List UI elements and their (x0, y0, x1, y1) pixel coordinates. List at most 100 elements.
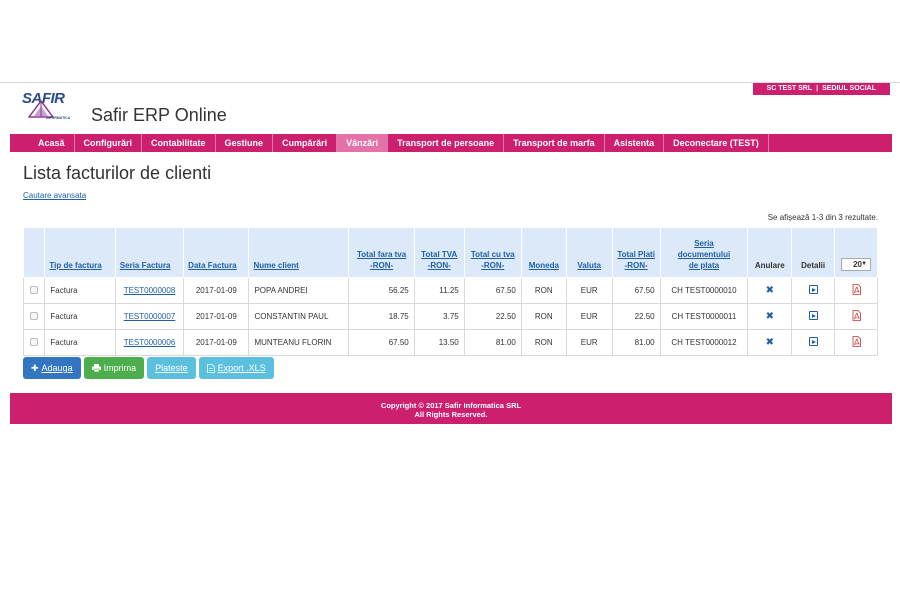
header-total-tva-label: Total TVA (421, 250, 458, 259)
footer-copyright: Copyright © 2017 Safir Informatica SRL (380, 401, 522, 410)
nav-item-configurari[interactable]: Configurări (75, 134, 143, 152)
company-separator: | (816, 85, 819, 92)
invoice-link[interactable]: TEST0000007 (124, 312, 176, 321)
nav-item-contabilitate[interactable]: Contabilitate (142, 134, 216, 152)
office-name[interactable]: SEDIUL SOCIAL (822, 83, 876, 95)
cell-client: POPA ANDREI (248, 277, 350, 304)
advanced-search-link[interactable]: Cautare avansata (23, 191, 86, 200)
add-button[interactable]: ✚ Adauga (23, 357, 81, 379)
details-icon[interactable] (808, 285, 818, 294)
cancel-icon[interactable]: ✖ (766, 311, 774, 322)
page-size-select[interactable]: 20 ▼ (841, 258, 872, 271)
header-seria-doc-line2: documentului (677, 250, 731, 259)
footer-rights: All Rights Reserved. (414, 410, 488, 419)
header-total-plati-unit: -RON- (624, 261, 648, 270)
details-icon[interactable] (808, 337, 818, 346)
cell-pdf (834, 329, 878, 356)
cell-total-plati: 67.50 (611, 277, 661, 304)
header-detalii: Detalii (791, 227, 836, 278)
nav-item-gestiune[interactable]: Gestiune (216, 134, 274, 152)
row-select-cell (22, 329, 46, 356)
cell-total-cu-tva: 81.00 (463, 329, 522, 356)
company-name[interactable]: SC TEST SRL (767, 83, 813, 95)
header-seria-doc-plata[interactable]: Seria documentului de plata (659, 227, 749, 278)
safir-logo[interactable]: SAFIR INFORMATICA (22, 90, 84, 122)
nav-item-acasa[interactable]: Acasă (10, 134, 75, 152)
cell-pdf (834, 277, 878, 304)
cancel-icon[interactable]: ✖ (766, 285, 774, 296)
header-total-fara-tva[interactable]: Total fara tva -RON- (348, 227, 415, 278)
header-total-cu-tva-label: Total cu tva (470, 250, 515, 259)
header-data-factura[interactable]: Data Factura (183, 227, 250, 278)
export-xls-label: Export .XLS (217, 363, 266, 373)
cell-valuta: EUR (565, 329, 613, 356)
pay-button-label: Plateste (155, 363, 188, 373)
table-row: Factura TEST0000008 2017-01-09 POPA ANDR… (22, 277, 878, 304)
pay-button[interactable]: Plateste (147, 357, 196, 379)
header-total-plati-label: Total Plati (617, 250, 655, 259)
pdf-icon[interactable] (852, 336, 861, 347)
header-total-fara-tva-label: Total fara tva (357, 250, 407, 259)
nav-item-asistenta[interactable]: Asistenta (605, 134, 665, 152)
invoices-table: Tip de factura Seria Factura Data Factur… (22, 227, 878, 356)
nav-item-cumparari[interactable]: Cumpărări (273, 134, 338, 152)
add-button-label: Adauga (41, 363, 73, 373)
cell-doc-plata: CH TEST0000012 (659, 329, 749, 356)
cell-detalii (791, 277, 836, 304)
cell-data: 2017-01-09 (183, 329, 250, 356)
header-total-cu-tva[interactable]: Total cu tva -RON- (463, 227, 522, 278)
cell-total-plati: 81.00 (611, 329, 661, 356)
header-nume-client[interactable]: Nume client (248, 227, 350, 278)
cell-client: CONSTANTIN PAUL (248, 303, 350, 330)
row-checkbox[interactable] (30, 337, 39, 346)
results-summary: Se afișează 1-3 din 3 rezultate. (767, 213, 878, 222)
export-xls-button[interactable]: Export .XLS (198, 357, 274, 379)
cell-total-tva: 3.75 (413, 303, 465, 330)
print-button-label: Imprima (103, 363, 137, 373)
row-select-cell (22, 277, 46, 304)
action-buttons: ✚ Adauga Imprima Plateste Export .XLS (23, 357, 274, 379)
details-icon[interactable] (808, 311, 818, 320)
cell-total-plati: 22.50 (611, 303, 661, 330)
cell-total-tva: 11.25 (413, 277, 465, 304)
print-button[interactable]: Imprima (83, 357, 145, 379)
main-nav: Acasă Configurări Contabilitate Gestiune… (10, 134, 892, 152)
header-seria-doc-line1: Seria (694, 239, 714, 248)
header-tip-factura[interactable]: Tip de factura (44, 227, 116, 278)
cell-moneda: RON (520, 329, 567, 356)
cell-moneda: RON (520, 303, 567, 330)
row-checkbox[interactable] (30, 285, 39, 294)
cell-pdf (834, 303, 878, 330)
header-seria-doc-line3: de plata (688, 261, 720, 270)
nav-item-vanzari[interactable]: Vânzări (337, 134, 389, 152)
cancel-icon[interactable]: ✖ (766, 337, 774, 348)
cell-seria: TEST0000006 (114, 329, 185, 356)
invoice-link[interactable]: TEST0000008 (124, 286, 176, 295)
file-icon (206, 363, 215, 373)
header-total-tva[interactable]: Total TVA -RON- (413, 227, 465, 278)
cell-total-fara-tva: 67.50 (348, 329, 415, 356)
invoice-link[interactable]: TEST0000006 (124, 338, 176, 347)
cell-moneda: RON (520, 277, 567, 304)
header-page-size: 20 ▼ (834, 227, 878, 278)
nav-item-transport-persoane[interactable]: Transport de persoane (388, 134, 505, 152)
cell-client: MUNTEANU FLORIN (248, 329, 350, 356)
table-row: Factura TEST0000006 2017-01-09 MUNTEANU … (22, 329, 878, 356)
page-title: Lista facturilor de clienti (23, 163, 212, 183)
header-total-plati[interactable]: Total Plati -RON- (611, 227, 661, 278)
header-moneda[interactable]: Moneda (520, 227, 567, 278)
row-select-cell (22, 303, 46, 330)
app-title: Safir ERP Online (91, 105, 227, 125)
pdf-icon[interactable] (852, 310, 861, 321)
pdf-icon[interactable] (852, 284, 861, 295)
cell-total-tva: 13.50 (413, 329, 465, 356)
logo-subtitle: INFORMATICA (46, 116, 71, 120)
nav-item-deconectare[interactable]: Deconectare (TEST) (664, 134, 769, 152)
cell-seria: TEST0000007 (114, 303, 185, 330)
header-seria-factura[interactable]: Seria Factura (114, 227, 185, 278)
header-valuta[interactable]: Valuta (565, 227, 613, 278)
cell-detalii (791, 329, 836, 356)
row-checkbox[interactable] (30, 311, 39, 320)
cell-data: 2017-01-09 (183, 303, 250, 330)
nav-item-transport-marfa[interactable]: Transport de marfa (504, 134, 605, 152)
